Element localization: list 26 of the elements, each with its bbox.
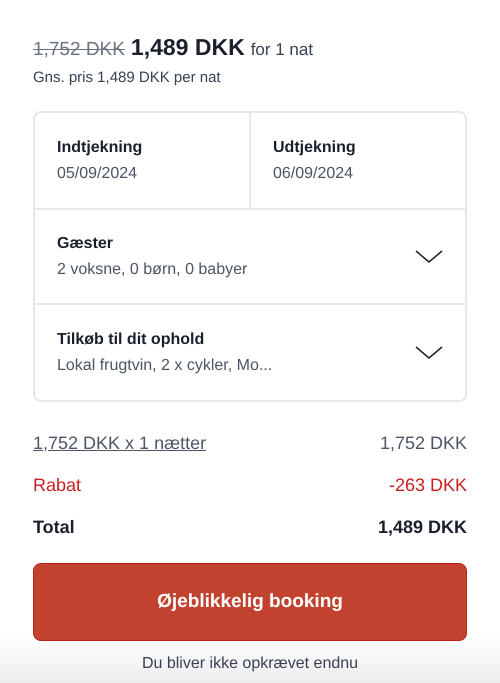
current-price: 1,489 DKK [130, 33, 245, 62]
amount: 1,489 DKK [378, 516, 467, 539]
price-period: for 1 nat [250, 39, 314, 61]
dropdown-section[interactable]: Gæster 2 voksne, 0 børn, 0 babyer [35, 210, 465, 305]
chevron-down-icon[interactable] [415, 250, 443, 264]
date-value: 05/09/2024 [57, 164, 138, 184]
date-label: Udtjekning [273, 138, 357, 158]
section-label: Tilkøb til dit ophold [57, 330, 206, 350]
discount-label: Rabat [33, 474, 82, 497]
section-value: 2 voksne, 0 børn, 0 babyer [57, 260, 248, 280]
section-label: Gæster [57, 234, 114, 254]
date-field[interactable]: Udtjekning 06/09/2024 [249, 113, 465, 208]
chevron-down-icon[interactable] [415, 346, 443, 360]
total-label: Total [33, 516, 75, 539]
original-price: 1,752 DKK [33, 38, 125, 62]
date-value: 06/09/2024 [273, 164, 354, 184]
price-breakdown-link[interactable]: 1,752 DKK x 1 nætter [33, 430, 206, 457]
section-value: Lokal frugtvin, 2 x cykler, Mo... [57, 356, 274, 376]
instant-booking-button[interactable]: Øjeblikkelig booking [33, 563, 467, 641]
date-field[interactable]: Indtjekning 05/09/2024 [35, 113, 249, 208]
date-label: Indtjekning [57, 138, 144, 158]
not-charged-note: Du bliver ikke opkrævet endnu [140, 654, 360, 674]
average-price: Gns. pris 1,489 DKK per nat [33, 68, 222, 88]
amount: -263 DKK [388, 474, 467, 497]
amount: 1,752 DKK [380, 432, 467, 455]
dropdown-section[interactable]: Tilkøb til dit ophold Lokal frugtvin, 2 x cykler, Mo... [35, 305, 465, 400]
